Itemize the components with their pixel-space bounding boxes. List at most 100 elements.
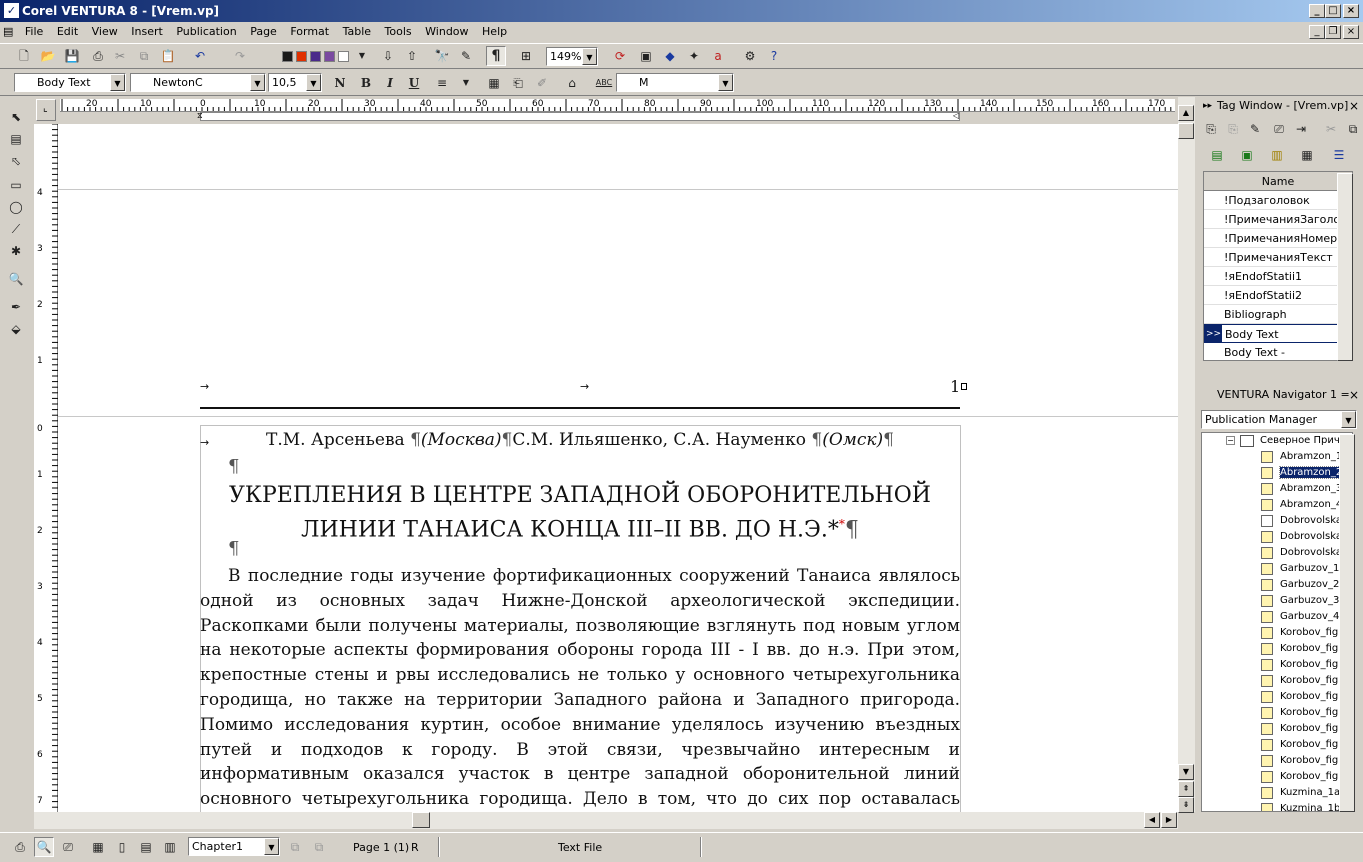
left-indent-marker[interactable]: ⧖ (197, 111, 203, 121)
chapter-item[interactable]: Korobov_fig (1202, 769, 1352, 785)
view-page-layout-icon[interactable]: 🔍 (34, 837, 54, 857)
callout-tool-icon[interactable]: ✱ (6, 241, 26, 261)
color-dropdown-icon[interactable]: ▼ (352, 46, 372, 66)
minimize-icon[interactable]: _ (1309, 4, 1325, 18)
horizontal-ruler[interactable]: 20 10 0 10 20 30 40 50 60 70 80 90 100 1… (58, 97, 1178, 123)
panel-collapse-icon[interactable]: ▸▸ (1203, 97, 1212, 115)
menu-table[interactable]: Table (338, 22, 376, 42)
chapter-item[interactable]: Korobov_fig (1202, 705, 1352, 721)
page-layout-icon[interactable]: ▣ (636, 46, 656, 66)
horizontal-scrollbar[interactable]: ◀ ▶ (34, 812, 1178, 829)
tag-item[interactable]: !ПримечанияНомер (1204, 229, 1352, 248)
paste-icon[interactable]: 📋 (158, 46, 178, 66)
tag-item[interactable]: !яEndofStatii1 (1204, 267, 1352, 286)
options-icon[interactable]: ⚙ (740, 46, 760, 66)
chevron-down-icon[interactable]: ▼ (718, 74, 733, 91)
menu-tools[interactable]: Tools (380, 22, 417, 42)
color-swatch-violet[interactable] (324, 51, 335, 62)
chapter-item[interactable]: Korobov_fig (1202, 737, 1352, 753)
tag-apply-icon[interactable]: ⇥ (1291, 119, 1311, 139)
chevron-down-icon[interactable]: ▼ (582, 48, 597, 65)
import-icon[interactable]: ⇩ (378, 46, 398, 66)
align-dropdown-icon[interactable]: ▼ (456, 73, 476, 93)
chapter-item[interactable]: Garbuzov_2 (1202, 577, 1352, 593)
chapter-item[interactable]: Garbuzov_1 (1202, 561, 1352, 577)
scroll-right-icon[interactable]: ▶ (1161, 812, 1177, 828)
spellcheck-icon[interactable]: ✎ (456, 46, 476, 66)
chapter-combo[interactable]: Chapter1 ▼ (188, 837, 280, 856)
frame-icon[interactable]: ⊞ (516, 46, 536, 66)
tag-more-icon[interactable]: ⧉ (1343, 119, 1363, 139)
tag-combo[interactable]: Body Text ▼ (14, 73, 126, 92)
language-combo[interactable]: M ▼ (616, 73, 734, 92)
new-tag-icon[interactable]: ⎘ (1201, 119, 1221, 139)
table-icon[interactable]: ▦ (484, 73, 504, 93)
color-swatch-white[interactable] (338, 51, 349, 62)
view-thumbnails-icon[interactable]: ▦ (88, 837, 108, 857)
italic-icon[interactable]: I (380, 73, 400, 93)
tag-item[interactable]: !ПримечанияТекст (1204, 248, 1352, 267)
bold-icon[interactable]: B (356, 73, 376, 93)
ellipse-tool-icon[interactable]: ◯ (6, 197, 26, 217)
chapter-item[interactable]: Dobrovolskaya (1202, 545, 1352, 561)
tag-list-icon[interactable]: ☰ (1329, 145, 1349, 165)
next-chapter-icon[interactable]: ⧉ (309, 837, 329, 857)
outline-tool-icon[interactable]: ✒ (6, 297, 26, 317)
find-icon[interactable]: 🔭 (432, 46, 452, 66)
chapter-item[interactable]: Abramzon_3 (1202, 481, 1352, 497)
color-swatch-red[interactable] (296, 51, 307, 62)
tree-root[interactable]: − Северное Причерн (1202, 433, 1352, 449)
scroll-down-icon[interactable]: ▼ (1178, 764, 1194, 780)
spelling-icon[interactable]: ABC (594, 73, 614, 93)
chapter-item[interactable]: Garbuzov_3 (1202, 593, 1352, 609)
prev-page-icon[interactable]: ⇞ (1178, 781, 1194, 797)
menu-help[interactable]: Help (477, 22, 512, 42)
close-icon[interactable]: × (1343, 4, 1359, 18)
chapter-item[interactable]: Dobrovolskaya (1202, 513, 1352, 529)
maximize-icon[interactable]: □ (1325, 4, 1341, 18)
scroll-thumb[interactable] (412, 812, 430, 828)
chapter-item[interactable]: Korobov_fig (1202, 625, 1352, 641)
document-menu-icon[interactable]: ▤ (0, 22, 16, 42)
view-single-page-icon[interactable]: ▯ (112, 837, 132, 857)
tag-copy-icon[interactable]: ⎘ (1223, 119, 1243, 139)
freeform-text-icon[interactable]: ▤ (6, 129, 26, 149)
tag-delete-icon[interactable]: ✂ (1321, 119, 1341, 139)
document-info-icon[interactable]: ✦ (684, 46, 704, 66)
scroll-thumb[interactable] (1178, 123, 1194, 139)
print-icon[interactable]: ⎙ (88, 46, 108, 66)
tag-list[interactable]: Name !Подзаголовок !ПримечанияЗаголовок … (1203, 171, 1353, 361)
chevron-down-icon[interactable]: ▼ (250, 74, 265, 91)
tag-item-selected[interactable]: >> Body Text (1204, 324, 1352, 343)
menu-publication[interactable]: Publication (171, 22, 241, 42)
prev-chapter-icon[interactable]: ⧉ (285, 837, 305, 857)
tag-item[interactable]: !ПримечанияЗаголовок (1204, 210, 1352, 229)
font-combo[interactable]: NewtonC ▼ (130, 73, 266, 92)
navigator-tree[interactable]: − Северное Причерн Abramzon_1 Abramzon_2 … (1201, 432, 1353, 812)
node-tool-icon[interactable]: ⬁ (6, 151, 26, 171)
new-icon[interactable]: 🗋 (14, 46, 34, 66)
chapter-item[interactable]: Korobov_fig (1202, 657, 1352, 673)
chevron-down-icon[interactable]: ▼ (264, 838, 279, 855)
navigator-view-combo[interactable]: Publication Manager ▼ (1201, 410, 1357, 429)
size-combo[interactable]: 10,5 ▼ (268, 73, 322, 92)
chapter-item[interactable]: Korobov_fig (1202, 721, 1352, 737)
tag-properties-icon[interactable]: ⎚ (1269, 119, 1289, 139)
rectangle-tool-icon[interactable]: ▭ (6, 175, 26, 195)
view-facing-pages-icon[interactable]: ▤ (136, 837, 156, 857)
view-copy-editor-icon[interactable]: ⎚ (58, 837, 78, 857)
color-swatch-black[interactable] (282, 51, 293, 62)
zoom-tool-icon[interactable]: 🔍 (6, 269, 26, 289)
chevron-down-icon[interactable]: ▼ (1341, 411, 1356, 428)
collapse-icon[interactable]: − (1226, 436, 1235, 445)
view-draft-icon[interactable]: ⎙ (10, 837, 30, 857)
cut-icon[interactable]: ✂ (110, 46, 130, 66)
chapter-item[interactable]: Abramzon_4 (1202, 497, 1352, 513)
color-swatch-purple[interactable] (310, 51, 321, 62)
body-paragraph[interactable]: В последние годы изучение фортификационн… (200, 564, 960, 812)
chapter-item-selected[interactable]: Abramzon_2 (1202, 465, 1352, 481)
scroll-up-icon[interactable]: ▲ (1178, 105, 1194, 121)
fill-tool-icon[interactable]: ⬙ (6, 319, 26, 339)
chevron-down-icon[interactable]: ▼ (110, 74, 125, 91)
ruler-origin-button[interactable]: ⌞ (36, 99, 56, 121)
